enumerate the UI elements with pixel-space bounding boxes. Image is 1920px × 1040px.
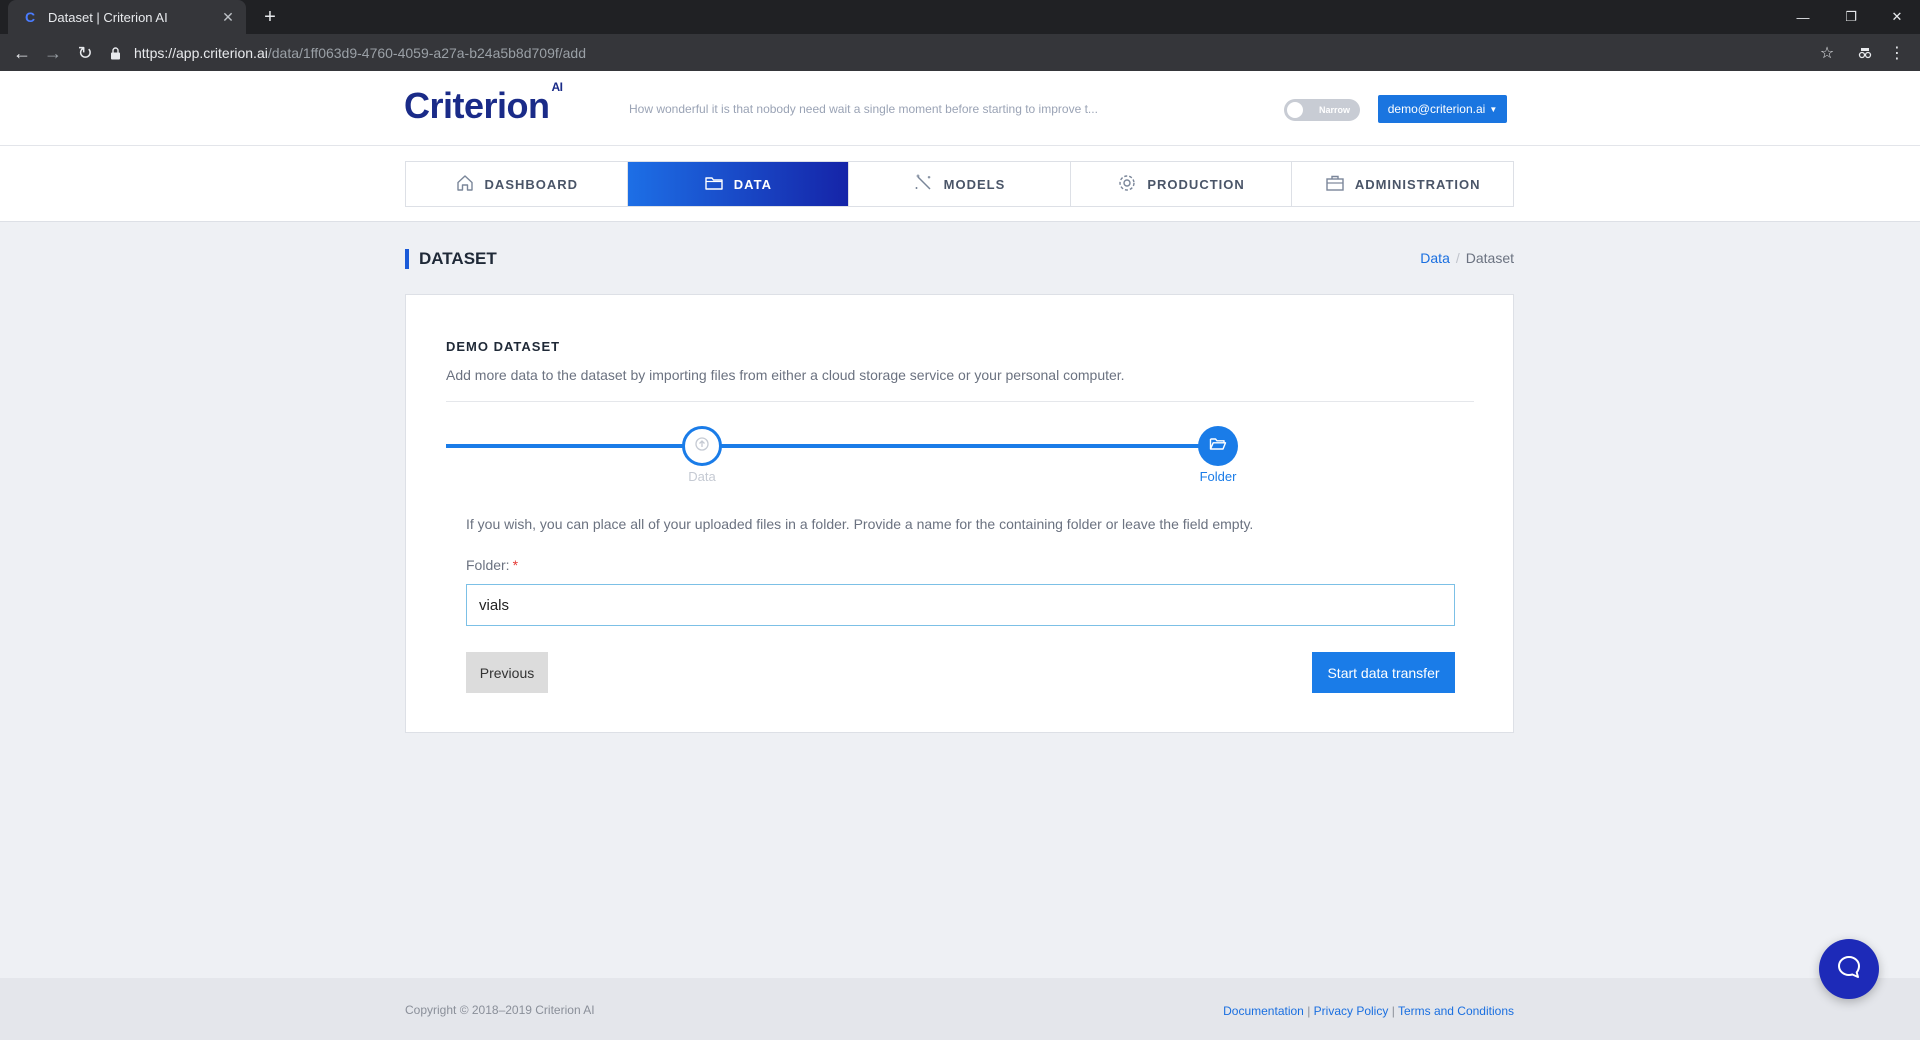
nav-tab-models[interactable]: MODELS <box>849 162 1071 206</box>
close-window-icon[interactable]: ✕ <box>1874 0 1920 34</box>
narrow-toggle[interactable]: Narrow <box>1284 99 1360 121</box>
header-tagline: How wonderful it is that nobody need wai… <box>629 102 1098 116</box>
logo-text: Criterion <box>404 85 550 126</box>
copyright: Copyright © 2018–2019 Criterion AI <box>405 1003 595 1017</box>
upload-icon <box>694 436 710 457</box>
url-path: /data/1ff063d9-4760-4059-a27a-b24a5b8d70… <box>267 45 586 61</box>
step-data[interactable] <box>682 426 722 466</box>
folder-label: Folder: * <box>466 557 518 573</box>
magic-wand-icon <box>914 173 934 196</box>
main-navigation: DASHBOARD DATA MODELS PRODUCTION ADMINIS… <box>0 146 1920 222</box>
app-header: Criterion AI How wonderful it is that nob… <box>0 71 1920 146</box>
footer-separator: | <box>1307 1004 1311 1018</box>
close-tab-icon[interactable]: ✕ <box>220 9 236 26</box>
nav-tab-label: MODELS <box>943 176 1006 192</box>
nav-tab-production[interactable]: PRODUCTION <box>1071 162 1293 206</box>
previous-button[interactable]: Previous <box>466 652 548 693</box>
footer-separator: | <box>1391 1004 1395 1018</box>
address-bar[interactable]: https://app.criterion.ai/data/1ff063d9-4… <box>108 39 1828 67</box>
minimize-icon[interactable]: — <box>1780 0 1826 34</box>
footer: Copyright © 2018–2019 Criterion AI Docum… <box>0 978 1920 1040</box>
gear-icon <box>1117 173 1137 196</box>
browser-tab-strip: C Dataset | Criterion AI ✕ + — ❐ ✕ <box>0 0 1920 34</box>
required-marker: * <box>512 557 519 573</box>
step-label-data: Data <box>688 469 716 484</box>
breadcrumb: Data / Dataset <box>1400 250 1514 266</box>
privacy-policy-link[interactable]: Privacy Policy <box>1314 1004 1389 1018</box>
breadcrumb-link-data[interactable]: Data <box>1420 250 1450 266</box>
nav-tab-administration[interactable]: ADMINISTRATION <box>1292 162 1513 206</box>
card-description: Add more data to the dataset by importin… <box>446 367 1125 383</box>
back-icon[interactable]: ← <box>9 40 35 66</box>
toggle-knob <box>1287 102 1303 118</box>
step-label-folder: Folder <box>1199 469 1237 484</box>
card-title: DEMO DATASET <box>446 339 561 354</box>
page-title: DATASET <box>405 249 497 269</box>
breadcrumb-separator: / <box>1455 250 1460 266</box>
logo-superscript: AI <box>551 80 564 94</box>
bookmark-star-icon[interactable]: ☆ <box>1814 40 1840 66</box>
step-folder[interactable] <box>1198 426 1238 466</box>
favicon-icon: C <box>24 9 36 25</box>
chat-bubble-icon <box>1836 954 1862 985</box>
folder-label-text: Folder: <box>466 557 510 573</box>
folder-icon <box>704 173 724 196</box>
documentation-link[interactable]: Documentation <box>1223 1004 1304 1018</box>
breadcrumb-current: Dataset <box>1465 250 1514 266</box>
reload-icon[interactable]: ↻ <box>72 40 98 66</box>
folder-hint: If you wish, you can place all of your u… <box>466 516 1254 532</box>
url-host: https://app.criterion.ai <box>134 45 268 61</box>
caret-down-icon: ▼ <box>1489 104 1498 114</box>
folder-open-icon <box>1209 436 1227 457</box>
browser-tab[interactable]: C Dataset | Criterion AI ✕ <box>8 0 246 34</box>
divider <box>446 401 1474 402</box>
home-icon <box>455 173 475 196</box>
start-data-transfer-button[interactable]: Start data transfer <box>1312 652 1455 693</box>
nav-tabs: DASHBOARD DATA MODELS PRODUCTION ADMINIS… <box>405 161 1514 207</box>
nav-tab-label: ADMINISTRATION <box>1354 176 1481 192</box>
forward-icon[interactable]: → <box>40 40 66 66</box>
user-email: demo@criterion.ai <box>1387 102 1486 116</box>
criterion-logo[interactable]: Criterion AI <box>404 80 563 127</box>
dataset-card: DEMO DATASET Add more data to the datase… <box>405 294 1514 733</box>
nav-tab-label: DASHBOARD <box>484 176 579 192</box>
browser-tab-title: Dataset | Criterion AI <box>48 9 168 25</box>
folder-input[interactable] <box>466 584 1455 626</box>
restore-icon[interactable]: ❐ <box>1828 0 1874 34</box>
nav-tab-data[interactable]: DATA <box>627 162 850 206</box>
terms-and-conditions-link[interactable]: Terms and Conditions <box>1398 1004 1514 1018</box>
toggle-label: Narrow <box>1318 105 1350 115</box>
browser-toolbar: ← → ↻ https://app.criterion.ai/data/1ff0… <box>0 34 1920 71</box>
nav-tab-label: DATA <box>733 176 772 192</box>
footer-links: Documentation | Privacy Policy | Terms a… <box>1150 1004 1514 1018</box>
briefcase-icon <box>1325 173 1345 196</box>
lock-icon <box>108 46 122 60</box>
extension-icon[interactable] <box>1852 40 1878 66</box>
chat-launcher-button[interactable] <box>1819 939 1879 999</box>
nav-tab-dashboard[interactable]: DASHBOARD <box>406 162 628 206</box>
new-tab-icon[interactable]: + <box>258 5 282 29</box>
user-menu-button[interactable]: demo@criterion.ai ▼ <box>1378 95 1507 123</box>
stepper-progress-line <box>446 444 1218 448</box>
nav-tab-label: PRODUCTION <box>1147 176 1245 192</box>
browser-menu-icon[interactable]: ⋮ <box>1884 40 1910 66</box>
